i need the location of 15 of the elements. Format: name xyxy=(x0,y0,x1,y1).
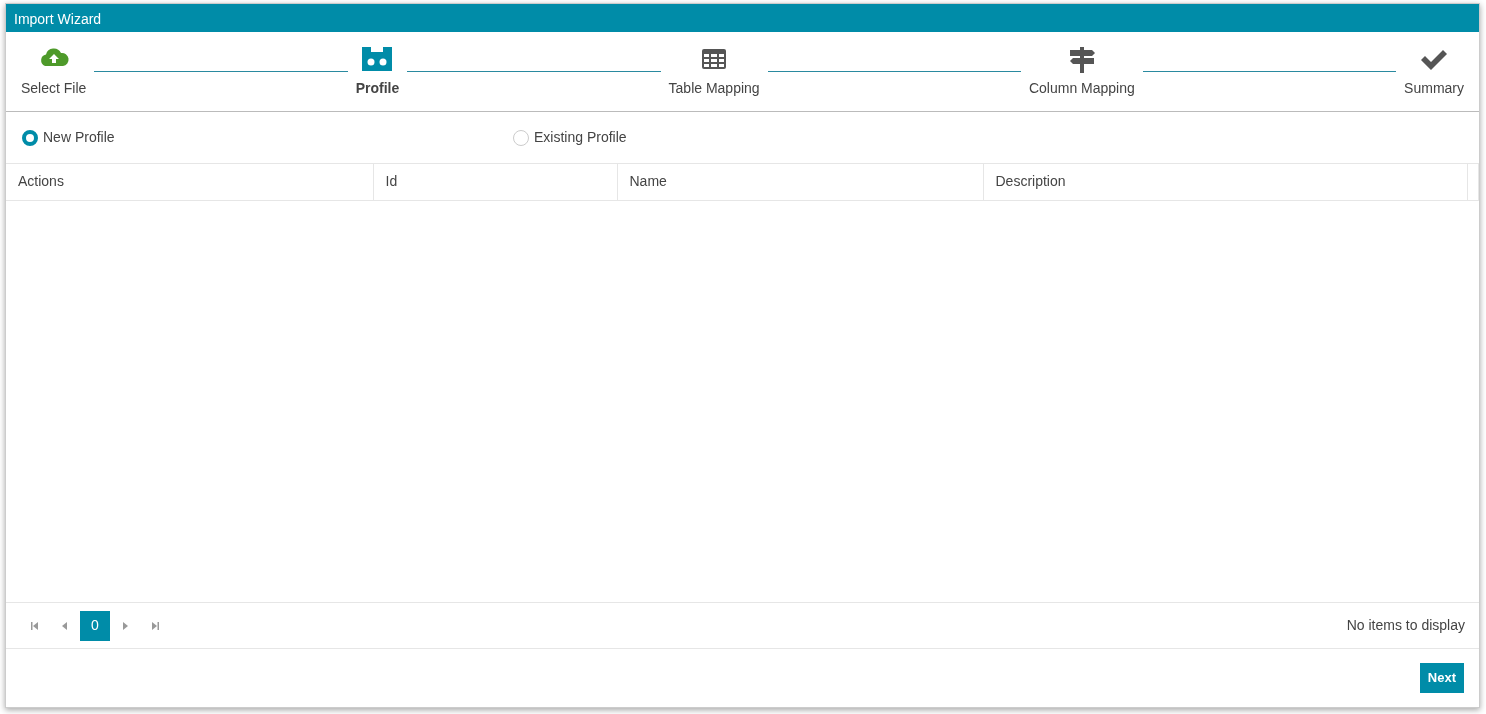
step-label[interactable]: Table Mapping xyxy=(668,78,760,99)
window-title: Import Wizard xyxy=(6,4,1479,32)
step-label[interactable]: Summary xyxy=(1404,78,1464,99)
column-header[interactable]: Description xyxy=(983,164,1468,200)
step-label[interactable]: Profile xyxy=(355,78,400,99)
step-label[interactable]: Select File xyxy=(21,78,87,99)
column-header[interactable]: Actions xyxy=(6,164,373,200)
page-number[interactable]: 0 xyxy=(80,610,110,641)
radio-option[interactable]: New Profile xyxy=(22,127,513,148)
column-header[interactable]: Name xyxy=(617,164,983,200)
step-label[interactable]: Column Mapping xyxy=(1028,78,1135,99)
radio-option[interactable]: Existing Profile xyxy=(513,127,1004,148)
column-header[interactable]: Id xyxy=(373,164,617,200)
pager-status: No items to display xyxy=(1346,616,1465,635)
next-button[interactable]: Next xyxy=(1419,663,1464,693)
